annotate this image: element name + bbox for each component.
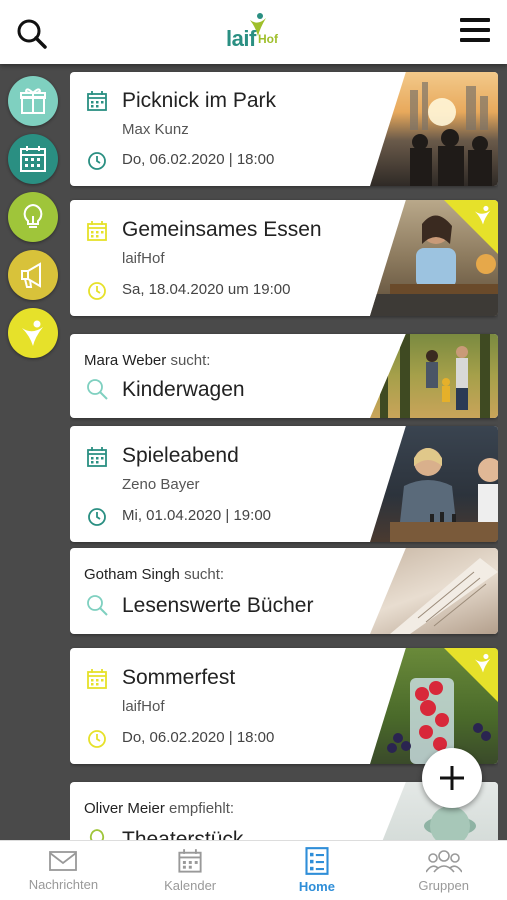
magnifier-icon — [87, 379, 108, 400]
calendar-icon — [87, 447, 107, 467]
event-title: Spieleabend — [122, 444, 239, 467]
bottom-navigation: Nachrichten Kalender Home Gruppen — [0, 840, 507, 900]
search-photo — [370, 548, 498, 634]
recommender-name: Oliver Meier — [84, 800, 165, 817]
nav-label: Kalender — [164, 878, 217, 893]
logo-text: laif — [226, 26, 256, 51]
event-host: laifHof — [122, 698, 165, 715]
logo-sub-text: Hof — [258, 32, 278, 46]
calendar-icon — [87, 669, 107, 689]
list-icon — [305, 847, 329, 875]
nav-label: Home — [298, 879, 335, 894]
seeker-line: Mara Weber sucht: — [84, 352, 210, 369]
nav-kalender[interactable]: Kalender — [127, 841, 254, 900]
nav-label: Gruppen — [418, 878, 469, 893]
plus-icon — [440, 766, 464, 790]
event-title: Sommerfest — [122, 666, 236, 689]
search-card[interactable]: Mara Weber sucht: Kinderwagen — [70, 334, 498, 418]
recommender-verb: empfiehlt: — [169, 800, 235, 817]
magnifier-icon — [87, 595, 108, 616]
nav-gruppen[interactable]: Gruppen — [380, 841, 507, 900]
hamburger-menu-icon[interactable] — [459, 14, 491, 46]
clock-icon — [88, 282, 106, 300]
event-card[interactable]: Sommerfest laifHof Do, 06.02.2020 | 18:0… — [70, 648, 498, 764]
rail-gift-button[interactable] — [8, 76, 58, 126]
event-card[interactable]: Spieleabend Zeno Bayer Mi, 01.04.2020 | … — [70, 426, 498, 542]
event-date: Mi, 01.04.2020 | 19:00 — [122, 507, 272, 524]
event-host: Zeno Bayer — [122, 476, 200, 493]
recommender-line: Oliver Meier empfiehlt: — [84, 800, 234, 817]
rail-calendar-button[interactable] — [8, 134, 58, 184]
seeker-verb: sucht: — [170, 352, 211, 369]
group-icon — [425, 850, 462, 873]
event-date: Do, 06.02.2020 | 18:00 — [122, 151, 275, 168]
add-button[interactable] — [422, 748, 482, 808]
category-rail — [0, 64, 62, 840]
envelope-icon — [49, 851, 78, 871]
search-card[interactable]: Gotham Singh sucht: Lesenswerte Bücher — [70, 548, 498, 634]
person-logo-icon — [22, 320, 43, 346]
clock-icon — [88, 152, 106, 170]
rail-ideas-button[interactable] — [8, 192, 58, 242]
app-logo[interactable]: laif Hof — [222, 12, 286, 54]
calendar-icon — [87, 221, 107, 241]
seeker-name: Gotham Singh — [84, 566, 180, 583]
search-title: Kinderwagen — [122, 378, 245, 401]
event-host: laifHof — [122, 250, 165, 267]
event-date: Sa, 18.04.2020 um 19:00 — [122, 281, 291, 298]
app-header: laif Hof — [0, 0, 507, 64]
clock-icon — [88, 508, 106, 526]
event-card[interactable]: Gemeinsames Essen laifHof Sa, 18.04.2020… — [70, 200, 498, 316]
gift-icon — [20, 88, 46, 114]
event-title: Picknick im Park — [122, 89, 277, 112]
megaphone-icon — [21, 262, 41, 288]
seeker-name: Mara Weber — [84, 352, 167, 369]
search-icon[interactable] — [16, 18, 48, 50]
lightbulb-icon — [89, 829, 105, 840]
calendar-icon — [178, 849, 202, 873]
nav-label: Nachrichten — [28, 877, 99, 892]
event-host: Max Kunz — [122, 121, 189, 138]
event-title: Gemeinsames Essen — [122, 218, 322, 241]
seeker-line: Gotham Singh sucht: — [84, 566, 224, 583]
event-photo — [370, 426, 498, 542]
seeker-verb: sucht: — [184, 566, 225, 583]
clock-icon — [88, 730, 106, 748]
search-photo — [370, 334, 498, 418]
calendar-icon — [20, 146, 46, 172]
search-title: Lesenswerte Bücher — [122, 594, 314, 617]
event-photo — [370, 72, 498, 186]
nav-home[interactable]: Home — [254, 841, 381, 900]
rail-laifhof-button[interactable] — [8, 308, 58, 358]
event-card[interactable]: Picknick im Park Max Kunz Do, 06.02.2020… — [70, 72, 498, 186]
calendar-icon — [87, 91, 107, 111]
event-date: Do, 06.02.2020 | 18:00 — [122, 729, 275, 746]
feed: Picknick im Park Max Kunz Do, 06.02.2020… — [70, 64, 498, 840]
nav-nachrichten[interactable]: Nachrichten — [0, 841, 127, 900]
recommend-title: Theaterstück — [122, 828, 244, 840]
lightbulb-icon — [23, 203, 43, 228]
rail-announcements-button[interactable] — [8, 250, 58, 300]
